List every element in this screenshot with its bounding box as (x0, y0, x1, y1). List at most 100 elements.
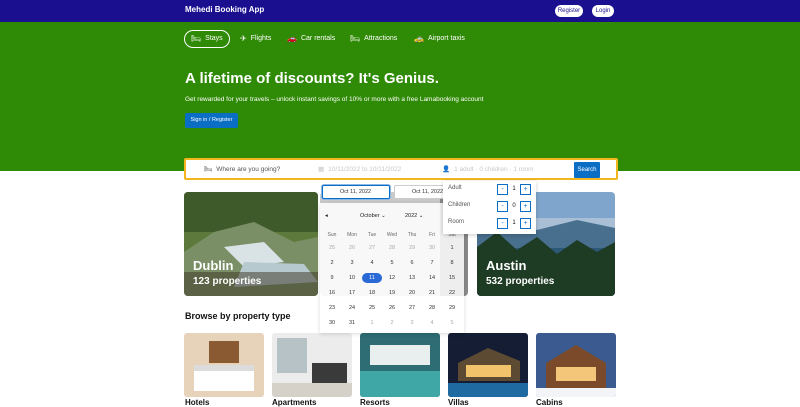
calendar-day[interactable]: 28 (422, 303, 442, 313)
brand-logo[interactable]: Mehedi Booking App (185, 5, 264, 14)
calendar-day[interactable]: 12 (382, 273, 402, 283)
calendar-day[interactable]: 8 (442, 258, 462, 268)
calendar-day-selected[interactable]: 11 (362, 273, 382, 283)
month-select[interactable]: October ⌄ (360, 213, 386, 219)
calendar-day[interactable]: 30 (322, 318, 342, 328)
nav-item-car-rentals[interactable]: 🚗 Car rentals (287, 30, 335, 48)
weekday-label: Fri (429, 232, 435, 238)
calendar-day[interactable]: 29 (402, 243, 422, 253)
hero-title: A lifetime of discounts? It's Genius. (185, 70, 439, 87)
calendar-day[interactable]: 31 (342, 318, 362, 328)
year-select[interactable]: 2022 ⌄ (405, 213, 423, 219)
weekday-label: Mon (347, 232, 357, 238)
calendar-day[interactable]: 20 (402, 288, 422, 298)
calendar-icon: ▦ (318, 166, 325, 173)
calendar-day[interactable]: 9 (322, 273, 342, 283)
nav-item-flights[interactable]: ✈ Flights (240, 30, 271, 48)
nav-item-stays[interactable]: 🛏 Stays (184, 30, 230, 48)
room-increment-button[interactable]: + (520, 218, 531, 229)
nav-item-attractions[interactable]: 🛏 Attractions (350, 30, 397, 48)
calendar-day[interactable]: 2 (382, 318, 402, 328)
calendar-day[interactable]: 26 (382, 303, 402, 313)
option-label: Room (448, 219, 465, 225)
bed-icon: 🛏 (204, 166, 213, 173)
calendar-day[interactable]: 25 (362, 303, 382, 313)
calendar-day[interactable]: 19 (382, 288, 402, 298)
calendar-day[interactable]: 21 (422, 288, 442, 298)
start-date-input[interactable]: Oct 11, 2022 (322, 185, 390, 199)
calendar-day[interactable]: 3 (402, 318, 422, 328)
property-type-apartments[interactable] (272, 333, 352, 397)
room-decrement-button[interactable]: - (497, 218, 508, 229)
calendar-day[interactable]: 22 (442, 288, 462, 298)
guests-field[interactable]: 👤 1 adult · 0 children · 1 room (442, 165, 534, 174)
hero-subtitle: Get rewarded for your travels – unlock i… (185, 96, 484, 103)
adult-count: 1 (512, 186, 516, 192)
login-button[interactable]: Login (592, 5, 614, 17)
property-type-villas[interactable] (448, 333, 528, 397)
villas-photo (448, 333, 528, 397)
property-type-label: Cabins (536, 398, 563, 407)
search-bar: 🛏 Where are you going? ▦ 10/11/2022 to 10/… (184, 158, 618, 180)
calendar-day[interactable]: 5 (382, 258, 402, 268)
calendar-day[interactable]: 2 (322, 258, 342, 268)
calendar-day[interactable]: 18 (362, 288, 382, 298)
register-button[interactable]: Register (555, 5, 583, 17)
calendar-day[interactable]: 10 (342, 273, 362, 283)
calendar-day[interactable]: 27 (402, 303, 422, 313)
calendar-day[interactable]: 13 (402, 273, 422, 283)
taxi-icon: 🚕 (414, 34, 424, 43)
calendar-day[interactable]: 1 (442, 243, 462, 253)
children-decrement-button[interactable]: - (497, 201, 508, 212)
destination-input[interactable]: 🛏 Where are you going? (204, 165, 280, 174)
adult-increment-button[interactable]: + (520, 184, 531, 195)
weekday-label: Tue (367, 232, 377, 238)
calendar-day[interactable]: 30 (422, 243, 442, 253)
weekday-label: Thu (407, 232, 417, 238)
calendar-day[interactable]: 14 (422, 273, 442, 283)
property-type-label: Resorts (360, 398, 390, 407)
option-label: Children (448, 202, 471, 208)
calendar-day[interactable]: 15 (442, 273, 462, 283)
calendar-day[interactable]: 23 (322, 303, 342, 313)
hero-section: 🛏 Stays ✈ Flights 🚗 Car rentals 🛏 Attraction… (0, 22, 800, 171)
city-card-dublin[interactable]: Dublin 123 properties (184, 192, 318, 296)
calendar-day[interactable]: 29 (442, 303, 462, 313)
city-property-count: 532 properties (486, 276, 555, 287)
room-count: 1 (512, 220, 516, 226)
date-range-field[interactable]: ▦ 10/11/2022 to 10/11/2022 (318, 165, 401, 174)
calendar-day[interactable]: 1 (362, 318, 382, 328)
calendar-day[interactable]: 5 (442, 318, 462, 328)
weekday-label: Sun (327, 232, 337, 238)
calendar-day[interactable]: 4 (422, 318, 442, 328)
previous-month-icon[interactable]: ◂ (325, 213, 328, 219)
children-count: 0 (512, 203, 516, 209)
calendar-day[interactable]: 25 (322, 243, 342, 253)
calendar-day[interactable]: 3 (342, 258, 362, 268)
section-title: Browse by property type (185, 311, 291, 321)
search-button[interactable]: Search (574, 162, 600, 178)
nav-item-airport-taxis[interactable]: 🚕 Airport taxis (414, 30, 465, 48)
calendar-day[interactable]: 24 (342, 303, 362, 313)
property-type-resorts[interactable] (360, 333, 440, 397)
children-increment-button[interactable]: + (520, 201, 531, 212)
top-header: Mehedi Booking App Register Login (0, 0, 800, 22)
property-type-label: Hotels (185, 398, 210, 407)
calendar-day[interactable]: 28 (382, 243, 402, 253)
property-type-cabins[interactable] (536, 333, 616, 397)
calendar-day[interactable]: 16 (322, 288, 342, 298)
weekday-label: Wed (386, 232, 398, 238)
car-icon: 🚗 (287, 34, 297, 43)
person-icon: 👤 (442, 166, 451, 173)
calendar-day[interactable]: 17 (342, 288, 362, 298)
property-type-label: Apartments (272, 398, 317, 407)
adult-decrement-button[interactable]: - (497, 184, 508, 195)
calendar-day[interactable]: 27 (362, 243, 382, 253)
guest-options-popup: Adult - 1 + Children - 0 + Room - 1 + (443, 181, 536, 234)
calendar-day[interactable]: 7 (422, 258, 442, 268)
property-type-hotels[interactable] (184, 333, 264, 397)
calendar-day[interactable]: 6 (402, 258, 422, 268)
sign-in-register-button[interactable]: Sign in / Register (185, 113, 238, 128)
calendar-day[interactable]: 26 (342, 243, 362, 253)
calendar-day[interactable]: 4 (362, 258, 382, 268)
